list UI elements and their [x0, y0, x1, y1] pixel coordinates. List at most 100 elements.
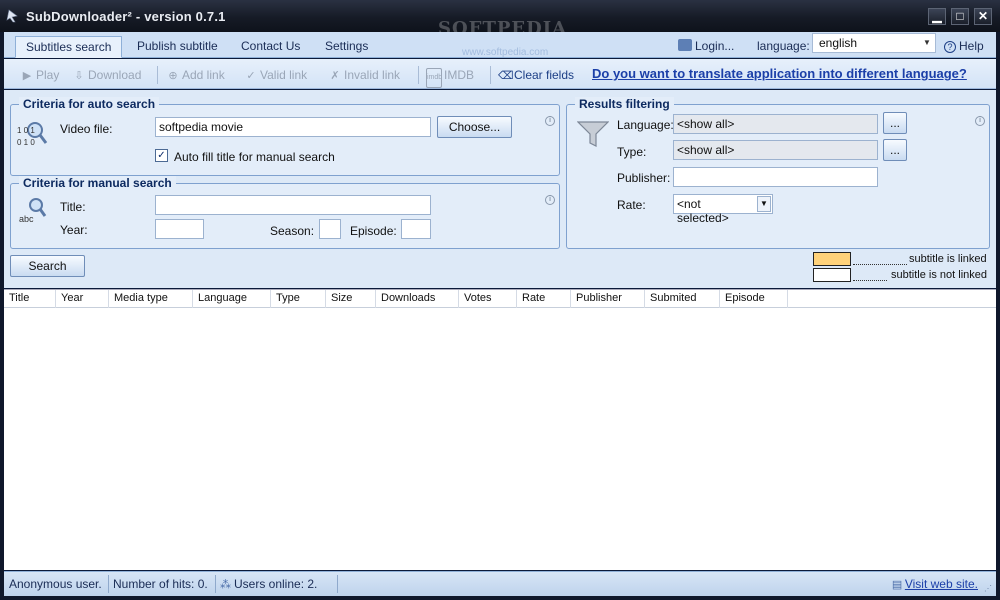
toolbar-separator [490, 66, 491, 84]
info-icon[interactable]: i [545, 195, 555, 205]
column-header-size[interactable]: Size [326, 290, 376, 308]
filter-language-field[interactable]: <show all> [673, 114, 878, 134]
type-more-button[interactable]: ... [883, 139, 907, 161]
help-label: Help [959, 39, 984, 53]
help-button[interactable]: ? Help [944, 36, 984, 56]
play-button[interactable]: ▶ Play [20, 66, 60, 84]
info-icon[interactable]: i [975, 116, 985, 126]
tab-contact-us[interactable]: Contact Us [231, 36, 310, 58]
column-header-language[interactable]: Language [193, 290, 271, 308]
visit-website-link[interactable]: ▤ Visit web site. [892, 577, 978, 591]
clear-fields-label: Clear fields [514, 68, 575, 82]
tab-settings[interactable]: Settings [315, 36, 378, 58]
legend-leader [853, 264, 907, 265]
filter-rate-select[interactable]: <not selected> ▼ [673, 194, 773, 225]
maximize-icon: □ [956, 9, 964, 23]
auto-search-title: Criteria for auto search [19, 97, 160, 111]
funnel-icon [577, 121, 609, 147]
imdb-icon: imdb [426, 68, 442, 88]
toolbar: ▶ Play ⇩ Download ⊕ Add link ✓ Valid link ✗ I… [4, 59, 996, 89]
column-header-submited[interactable]: Submited [645, 290, 720, 308]
play-icon: ▶ [22, 70, 32, 82]
minimize-button[interactable]: ▁ [928, 8, 946, 25]
visit-website-label: Visit web site. [904, 577, 978, 591]
info-icon[interactable]: i [545, 116, 555, 126]
title-field[interactable] [155, 195, 431, 215]
season-field[interactable] [319, 219, 341, 239]
year-label: Year: [60, 223, 88, 237]
column-header-type[interactable]: Type [271, 290, 326, 308]
column-header-votes[interactable]: Votes [459, 290, 517, 308]
filter-publisher-field[interactable] [673, 167, 878, 187]
status-bar: Anonymous user. Number of hits: 0. ⁂ User… [4, 571, 996, 596]
status-online-label: Users online: 2. [234, 577, 318, 591]
resize-grip[interactable]: ⋰ [984, 584, 994, 594]
episode-field[interactable] [401, 219, 431, 239]
column-header-episode[interactable]: Episode [720, 290, 788, 308]
column-header-downloads[interactable]: Downloads [376, 290, 459, 308]
column-header-rate[interactable]: Rate [517, 290, 571, 308]
toolbar-separator [418, 66, 419, 84]
not-linked-legend-label: subtitle is not linked [891, 269, 987, 281]
results-filtering-title: Results filtering [575, 97, 674, 111]
language-select[interactable]: english ▼ [812, 33, 936, 53]
language-more-button[interactable]: ... [883, 112, 907, 134]
status-separator [108, 575, 109, 593]
imdb-button[interactable]: imdb IMDB [426, 66, 474, 88]
clear-fields-button[interactable]: ⌫Clear fields [498, 66, 574, 84]
language-label: language: [757, 39, 810, 53]
language-select-value: english [819, 36, 858, 50]
filter-language-label: Language: [617, 118, 674, 132]
filter-type-field[interactable]: <show all> [673, 140, 878, 160]
column-header-year[interactable]: Year [56, 290, 109, 308]
add-link-icon: ⊕ [168, 70, 178, 82]
help-icon: ? [944, 41, 956, 53]
valid-link-button[interactable]: ✓ Valid link [244, 66, 307, 84]
title-bar: SubDownloader² - version 0.7.1 SOFTPEDIA… [0, 0, 1000, 39]
tab-publish-subtitle[interactable]: Publish subtitle [127, 36, 228, 58]
eraser-icon: ⌫ [498, 70, 514, 82]
video-file-field[interactable]: softpedia movie [155, 117, 431, 137]
invalid-link-label: Invalid link [344, 68, 401, 82]
search-button[interactable]: Search [10, 255, 85, 277]
add-link-button[interactable]: ⊕ Add link [166, 66, 224, 84]
filter-publisher-label: Publisher: [617, 171, 671, 185]
table-header: Title Year Media type Language Type Size… [4, 290, 996, 308]
status-separator [337, 575, 338, 593]
filter-type-label: Type: [617, 145, 647, 159]
imdb-label: IMDB [444, 68, 474, 82]
column-header-media-type[interactable]: Media type [109, 290, 193, 308]
users-online-icon: ⁂ [220, 579, 231, 591]
invalid-link-button[interactable]: ✗ Invalid link [328, 66, 400, 84]
window-border-right [996, 32, 1000, 600]
chevron-down-icon: ▼ [923, 38, 931, 47]
window-border-bottom [0, 596, 1000, 600]
binary-digits: 1 0 1 0 1 0 [17, 126, 35, 147]
valid-link-label: Valid link [260, 68, 308, 82]
choose-button[interactable]: Choose... [437, 116, 512, 138]
download-button[interactable]: ⇩ Download [72, 66, 141, 84]
video-file-value: softpedia movie [159, 120, 244, 134]
status-hits: Number of hits: 0. [113, 577, 208, 591]
toolbar-separator [157, 66, 158, 84]
close-button[interactable]: ✕ [974, 8, 992, 25]
translate-link[interactable]: Do you want to translate application int… [592, 66, 967, 81]
year-field[interactable] [155, 219, 204, 239]
auto-search-group: Criteria for auto search 1 0 1 0 1 0 Vid… [10, 97, 560, 176]
episode-label: Episode: [350, 224, 397, 238]
manual-search-title: Criteria for manual search [19, 176, 176, 190]
valid-link-icon: ✓ [246, 70, 256, 82]
download-label: Download [88, 68, 142, 82]
results-filtering-group: Results filtering Language: <show all> .… [566, 97, 990, 249]
login-button[interactable]: Login... [678, 36, 734, 56]
tab-subtitles-search[interactable]: Subtitles search [15, 36, 123, 58]
binary-search-icon: 1 0 1 0 1 0 [17, 119, 49, 149]
close-icon: ✕ [977, 9, 989, 23]
auto-fill-checkbox[interactable]: ✓ [155, 149, 168, 162]
results-table: Title Year Media type Language Type Size… [4, 289, 996, 570]
column-header-publisher[interactable]: Publisher [571, 290, 645, 308]
maximize-button[interactable]: □ [951, 8, 969, 25]
minimize-icon: ▁ [932, 9, 942, 23]
season-label: Season: [270, 224, 315, 238]
column-header-title[interactable]: Title [4, 290, 56, 308]
